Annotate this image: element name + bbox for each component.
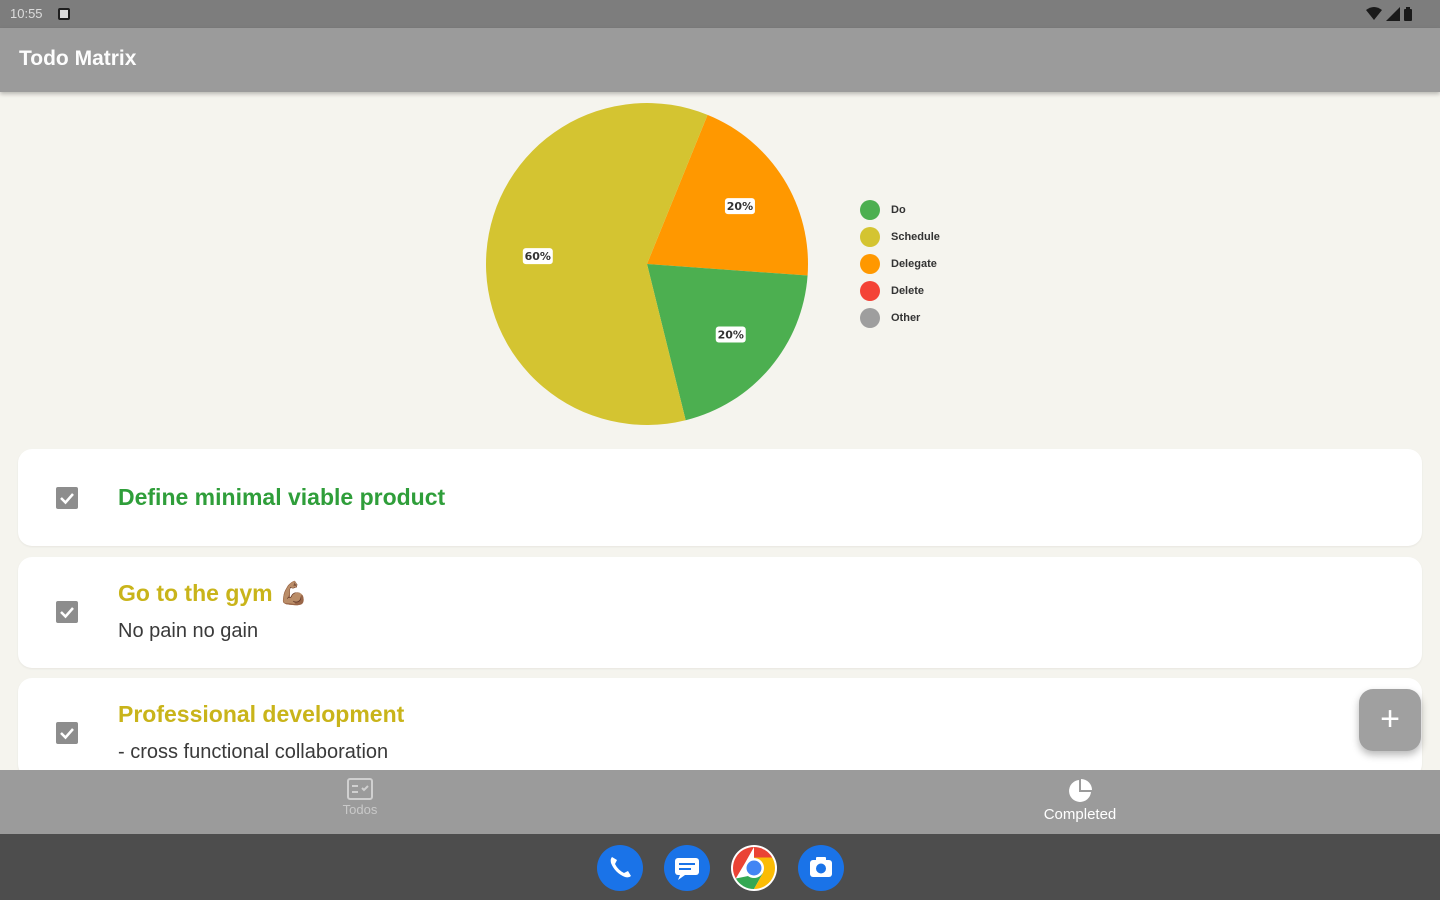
todo-checkbox[interactable] xyxy=(56,722,78,744)
app-title: Todo Matrix xyxy=(19,47,137,70)
legend-swatch xyxy=(860,253,880,274)
todo-checkbox[interactable] xyxy=(56,487,78,509)
pie-chart-icon xyxy=(1069,779,1092,802)
legend-item-do: Do xyxy=(860,196,940,223)
plus-icon: + xyxy=(1380,700,1400,738)
checklist-icon xyxy=(347,778,373,800)
legend-label: Delegate xyxy=(891,257,937,270)
messages-icon xyxy=(675,858,699,880)
camera-app[interactable] xyxy=(798,845,844,891)
pie-data-label: 60% xyxy=(522,248,553,265)
signal-icon xyxy=(1386,7,1400,21)
todo-subtitle: No pain no gain xyxy=(118,620,259,642)
legend-item-delete: Delete xyxy=(860,277,940,304)
chrome-icon xyxy=(732,847,776,889)
wifi-icon xyxy=(1366,7,1382,20)
check-icon xyxy=(60,493,74,505)
battery-icon xyxy=(1404,7,1412,21)
chrome-app[interactable] xyxy=(731,845,777,891)
phone-icon xyxy=(610,857,631,878)
pie-data-label: 20% xyxy=(715,326,746,343)
svg-text:60%: 60% xyxy=(525,250,551,263)
bottom-navigation: Todos Completed xyxy=(0,770,1440,834)
nav-label-completed: Completed xyxy=(1043,806,1117,823)
legend-swatch xyxy=(860,280,880,301)
legend-swatch xyxy=(860,199,880,220)
todo-card[interactable]: Go to the gym 💪🏽 No pain no gain xyxy=(18,557,1422,668)
app-bar: Todo Matrix xyxy=(0,28,1440,92)
svg-text:20%: 20% xyxy=(718,329,744,342)
system-dock xyxy=(0,834,1440,900)
camera-icon xyxy=(810,857,832,877)
check-icon xyxy=(60,607,74,619)
nav-item-completed[interactable]: Completed xyxy=(980,778,1180,823)
legend-item-other: Other xyxy=(860,304,940,331)
pie-chart: 20% 20% 60% xyxy=(486,102,808,425)
nav-label-todos: Todos xyxy=(342,802,378,817)
svg-text:20%: 20% xyxy=(727,200,753,213)
legend-label: Delete xyxy=(891,284,925,297)
status-bar: 10:55 xyxy=(0,0,1440,28)
legend-item-delegate: Delegate xyxy=(860,250,940,277)
notification-icon xyxy=(58,8,70,20)
legend-label: Schedule xyxy=(891,230,940,243)
check-icon xyxy=(60,728,74,740)
pie-data-label: 20% xyxy=(724,198,755,215)
todo-card[interactable]: Define minimal viable product xyxy=(18,449,1422,546)
legend-label: Other xyxy=(891,311,921,324)
legend-item-schedule: Schedule xyxy=(860,223,940,250)
todo-title: Define minimal viable product xyxy=(118,484,446,510)
messages-app[interactable] xyxy=(664,845,710,891)
legend-label: Do xyxy=(891,203,906,216)
add-todo-button[interactable]: + xyxy=(1359,689,1421,751)
legend-swatch xyxy=(860,226,880,247)
todo-subtitle: - cross functional collaboration xyxy=(118,741,389,763)
legend-swatch xyxy=(860,307,880,328)
chart-area: 20% 20% 60% Do Schedule Delegate Delete Other xyxy=(0,92,1440,442)
todo-checkbox[interactable] xyxy=(56,601,78,623)
todo-title: Professional development xyxy=(118,701,405,727)
nav-item-todos[interactable]: Todos xyxy=(260,778,460,817)
status-icons xyxy=(1366,7,1412,21)
status-time: 10:55 xyxy=(10,6,43,21)
todo-card[interactable]: Professional development - cross functio… xyxy=(18,678,1422,778)
todo-title: Go to the gym 💪🏽 xyxy=(118,580,308,606)
chart-legend: Do Schedule Delegate Delete Other xyxy=(860,196,940,331)
phone-app[interactable] xyxy=(597,845,643,891)
